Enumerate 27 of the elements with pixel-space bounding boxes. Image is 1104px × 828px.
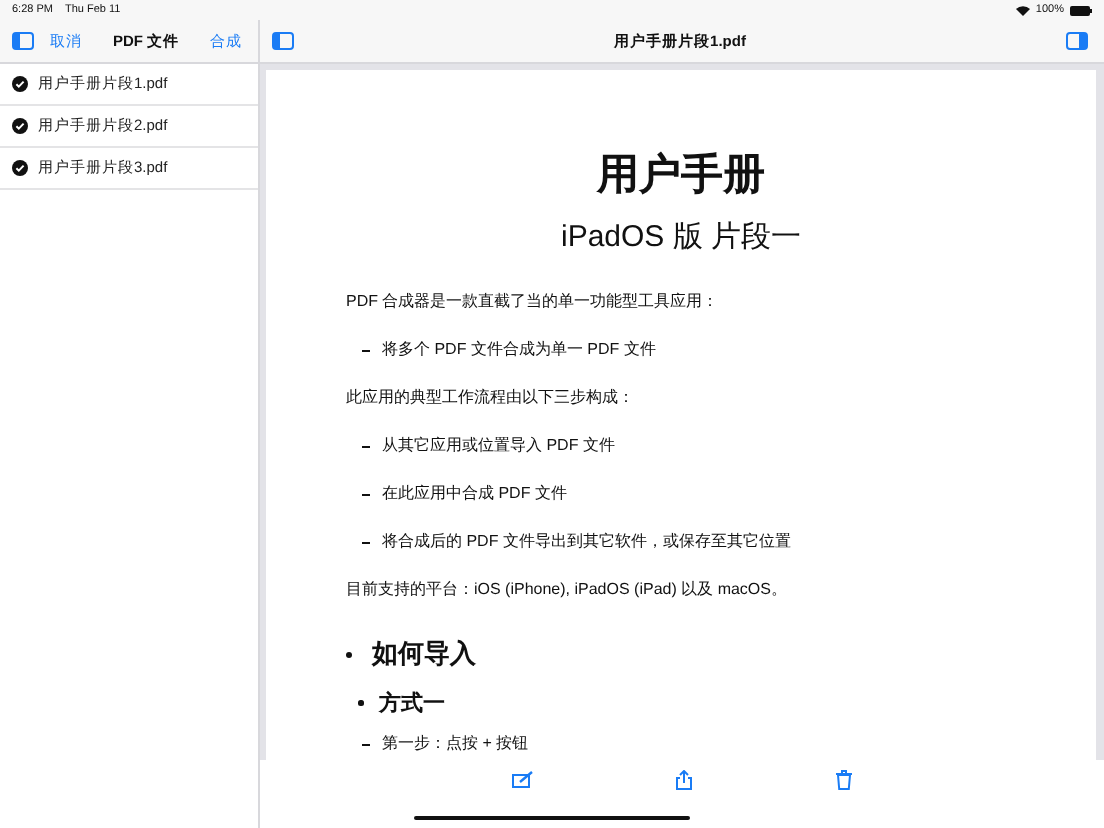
list-item: 将多个 PDF 文件合成为单一 PDF 文件: [382, 340, 656, 360]
battery-icon: [1070, 5, 1092, 15]
wifi-icon: [1015, 5, 1030, 15]
dash-icon: [362, 541, 370, 543]
sidebar-icon[interactable]: [12, 32, 34, 50]
paragraph: PDF 合成器是一款直截了当的单一功能型工具应用：: [346, 292, 721, 312]
edit-button[interactable]: [511, 770, 534, 788]
dash-icon: [362, 493, 370, 495]
paragraph: 此应用的典型工作流程由以下三步构成：: [346, 388, 636, 408]
dash-icon: [362, 445, 370, 447]
panel-icon[interactable]: [1066, 32, 1088, 50]
delete-button[interactable]: [836, 770, 853, 790]
sidebar-icon[interactable]: [272, 32, 294, 50]
dash-icon: [362, 349, 370, 351]
share-button[interactable]: [676, 770, 693, 790]
subheading: 方式一: [379, 689, 445, 718]
dash-icon: [362, 743, 370, 745]
bullet-icon: [346, 651, 352, 657]
list-item: 第一步：点按 + 按钮: [382, 734, 529, 754]
page-title: 用户手册: [594, 149, 767, 202]
list-item: 将合成后的 PDF 文件导出到其它软件，或保存至其它位置: [382, 532, 791, 552]
bullet-icon: [358, 700, 363, 706]
list-item: 从其它应用或位置导入 PDF 文件: [382, 436, 615, 456]
paragraph: 目前支持的平台：iOS (iPhone), iPadOS (iPad) 以及 macOS。: [346, 580, 789, 600]
list-item: 在此应用中合成 PDF 文件: [382, 484, 567, 504]
page-subtitle: iPadOS 版 片段一: [558, 218, 804, 256]
heading: 如何导入: [372, 636, 476, 672]
